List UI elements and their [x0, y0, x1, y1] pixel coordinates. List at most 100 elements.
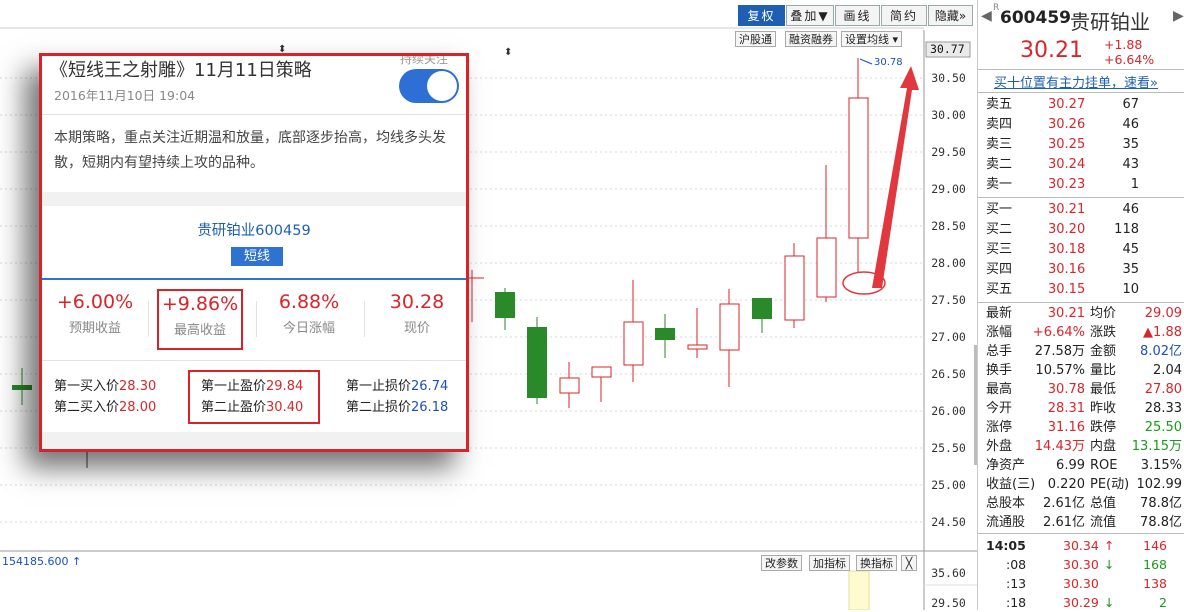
ask-price: 30.25: [1048, 137, 1086, 152]
tick-volume: 146: [1143, 538, 1167, 553]
tick-price: 30.34: [1063, 538, 1099, 553]
change-params-button[interactable]: 改参数: [761, 555, 802, 571]
stat-value: +6.64%: [1032, 325, 1085, 340]
tick-volume: 2: [1159, 595, 1167, 610]
strategy-description: 本期策略，重点关注近期温和放量，底部逐步抬高，均线多头发散，短期内有望持续上攻的…: [54, 130, 446, 171]
stat-label: 外盘: [986, 439, 1013, 454]
today-gain-value: 6.88%: [278, 291, 340, 313]
ask-row: 卖五 30.27 67: [986, 95, 1181, 115]
ask-price: 30.27: [1048, 97, 1086, 112]
stat-value: 14.43万: [1034, 439, 1085, 454]
bid-volume: 45: [1122, 242, 1139, 257]
high-price-annotation: 30.78: [874, 57, 903, 68]
prev-stock-icon[interactable]: ◀: [981, 8, 992, 24]
ytick: 25.00: [931, 478, 966, 492]
current-price-value: 30.28: [389, 291, 445, 313]
ytick: 30.00: [931, 108, 966, 122]
follow-label: 持续关注: [400, 53, 449, 66]
ytick: 28.50: [931, 219, 966, 233]
ytick: 25.50: [931, 441, 966, 455]
ytick: 30.50: [931, 71, 966, 85]
tp2-label: 第二止盈价: [201, 400, 267, 415]
sl2-label: 第二止损价: [346, 400, 412, 415]
main-force-banner-link[interactable]: 买十位置有主力挂单，速看»: [994, 72, 1158, 91]
stat-label: 流值: [1090, 515, 1117, 530]
highest-return-box: +9.86% 最高收益: [157, 289, 243, 350]
svg-text:⬍: ⬍: [504, 47, 512, 58]
stat-label: 昨收: [1090, 401, 1117, 416]
stat-label: 最新: [986, 306, 1013, 321]
stat-label: 收益(三): [986, 477, 1036, 492]
tick-time: 14:05: [986, 538, 1026, 553]
tick-price: 30.30: [1063, 576, 1099, 591]
tick-time: :08: [1006, 557, 1027, 572]
bid-price: 30.15: [1048, 282, 1086, 297]
stat-label: 净资产: [986, 458, 1026, 473]
current-price-label-text: 现价: [403, 321, 430, 336]
ask-volume: 46: [1122, 117, 1139, 132]
tick-time: :18: [1006, 595, 1027, 610]
bid-row: 买一 30.21 46: [986, 200, 1181, 220]
today-gain-label: 今日涨幅: [282, 321, 335, 336]
stat-label: 涨幅: [986, 325, 1013, 340]
stat-value: 10.57%: [1035, 363, 1085, 378]
ask-volume: 1: [1130, 177, 1139, 192]
stat-value: 29.09: [1144, 306, 1182, 321]
stat-value: 3.15%: [1140, 458, 1182, 473]
ask-label: 卖二: [986, 157, 1013, 172]
sl1-value: 26.74: [411, 379, 449, 394]
stat-value: 102.99: [1136, 477, 1183, 492]
highest-return-value: +9.86%: [161, 293, 239, 315]
switch-indicator-button[interactable]: 换指标: [856, 555, 897, 571]
add-indicator-button[interactable]: 加指标: [809, 555, 850, 571]
stat-value: 31.16: [1047, 420, 1085, 435]
ask-label: 卖五: [986, 97, 1013, 112]
stat-label: 跌停: [1090, 420, 1117, 435]
volume-readout: 154185.600 ↑: [2, 555, 82, 568]
stat-label: 总值: [1090, 496, 1117, 511]
tick-volume: 138: [1143, 576, 1167, 591]
stat-label: 流通股: [986, 515, 1026, 530]
strategy-card: 《短线王之射雕》11月11日策略 2016年11月10日 19:04 持续关注 …: [39, 53, 469, 452]
stat-value: 27.58万: [1034, 344, 1085, 359]
bid-price: 30.21: [1048, 202, 1086, 217]
buy1-value: 28.30: [119, 379, 157, 394]
ask-label: 卖一: [986, 177, 1013, 192]
ask-price: 30.26: [1048, 117, 1086, 132]
bid-price: 30.18: [1048, 242, 1086, 257]
stat-value: 6.99: [1056, 458, 1085, 473]
red-arrow-icon: [872, 66, 919, 288]
down-arrow-icon: ↓: [1104, 595, 1115, 610]
bid-row: 买五 30.15 10: [986, 280, 1181, 300]
bid-row: 买三 30.18 45: [986, 240, 1181, 260]
ask-price: 30.23: [1048, 177, 1086, 192]
stat-value: 28.33: [1144, 401, 1182, 416]
stat-label: 换手: [986, 363, 1013, 378]
close-icon[interactable]: ╳: [901, 555, 917, 571]
bid-label: 买二: [986, 222, 1013, 237]
strategy-date: 2016年11月10日 19:04: [54, 88, 196, 103]
buy2-label: 第二买入价: [54, 400, 120, 415]
tick-row: :13 30.30 138: [986, 574, 1181, 593]
tp1-label: 第一止盈价: [201, 379, 267, 394]
ask-label: 卖三: [986, 137, 1013, 152]
ytick: 24.50: [931, 515, 966, 529]
tick-row: :18 30.29 ↓ 2: [986, 593, 1181, 612]
take-profit-box: 第一止盈价29.84 第二止盈价30.40: [188, 370, 320, 424]
next-stock-icon[interactable]: ▶: [1173, 8, 1184, 24]
stock-link[interactable]: 贵研铂业600459: [42, 219, 466, 240]
ytick: 29.00: [931, 182, 966, 196]
expected-return-value: +6.00%: [56, 291, 134, 313]
stat-value: 27.80: [1144, 382, 1182, 397]
stat-label: 金额: [1090, 344, 1117, 359]
ytick: 26.50: [931, 367, 966, 381]
bid-volume: 10: [1122, 282, 1139, 297]
ytick: 28.00: [931, 256, 966, 270]
ytick: 27.00: [931, 330, 966, 344]
stat-value: 28.31: [1047, 401, 1085, 416]
stat-value: 0.220: [1047, 477, 1085, 492]
follow-toggle[interactable]: [399, 69, 459, 103]
stat-label: PE(动): [1090, 477, 1130, 492]
highest-return-label: 最高收益: [173, 323, 226, 338]
stock-code: 600459: [1000, 8, 1071, 28]
